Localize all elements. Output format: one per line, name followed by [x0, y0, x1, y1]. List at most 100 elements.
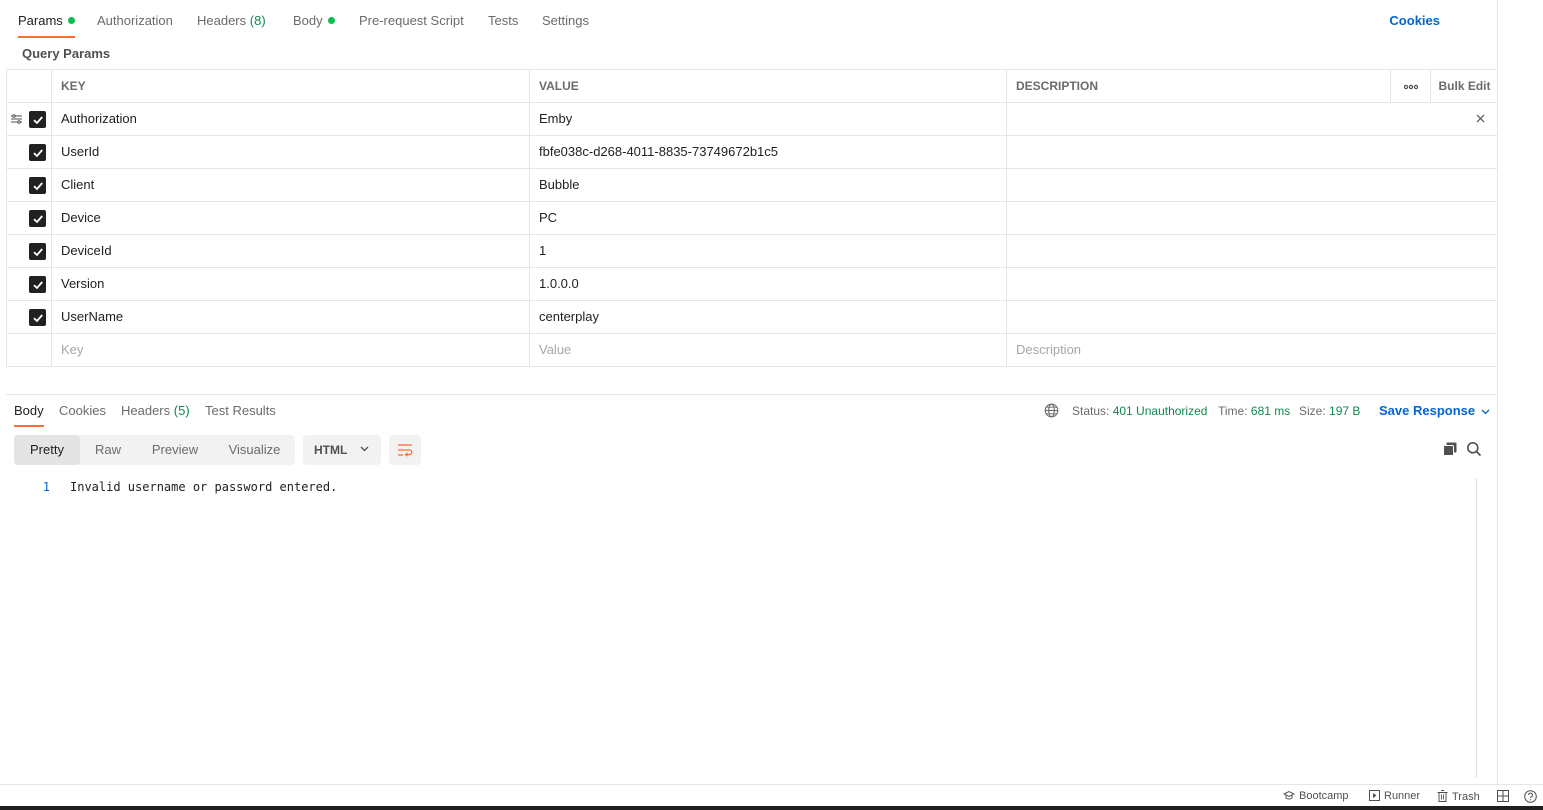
- response-tab-body[interactable]: Body: [14, 403, 44, 427]
- cookies-link[interactable]: Cookies: [1389, 13, 1440, 28]
- two-pane-icon: [1497, 790, 1509, 802]
- response-tab-headers[interactable]: Headers (5): [121, 403, 190, 427]
- param-key[interactable]: Version: [51, 268, 529, 300]
- table-row: Client Bubble: [7, 169, 1497, 202]
- chevron-down-icon: [360, 446, 369, 452]
- two-pane-toggle[interactable]: [1497, 790, 1513, 803]
- status-value: 401 Unauthorized: [1112, 404, 1208, 418]
- section-divider: [6, 394, 1497, 395]
- param-value[interactable]: Emby: [529, 103, 1006, 135]
- param-value[interactable]: 1: [529, 235, 1006, 267]
- params-table: KEY VALUE DESCRIPTION Bulk Edit Authoriz…: [6, 69, 1497, 367]
- param-description[interactable]: [1006, 301, 1498, 333]
- help-icon: [1524, 790, 1537, 803]
- view-visualize-button[interactable]: Visualize: [214, 435, 295, 465]
- column-header-value: VALUE: [529, 70, 1006, 102]
- table-row: Authorization Emby: [7, 103, 1497, 136]
- drag-handle-icon[interactable]: [10, 113, 23, 125]
- param-checkbox[interactable]: [29, 144, 46, 161]
- param-value[interactable]: centerplay: [529, 301, 1006, 333]
- param-value[interactable]: Bubble: [529, 169, 1006, 201]
- response-body-editor[interactable]: 1 Invalid username or password entered.: [14, 478, 1474, 778]
- table-header-row: KEY VALUE DESCRIPTION Bulk Edit: [7, 70, 1497, 103]
- copy-icon[interactable]: [1442, 441, 1458, 457]
- wrap-lines-icon: [398, 444, 413, 457]
- view-mode-group: Pretty Raw Preview Visualize: [14, 435, 295, 465]
- editor-scrollbar[interactable]: [1476, 478, 1490, 778]
- param-value[interactable]: 1.0.0.0: [529, 268, 1006, 300]
- param-key[interactable]: Device: [51, 202, 529, 234]
- tab-params[interactable]: Params: [18, 12, 75, 38]
- body-active-dot: [327, 17, 335, 24]
- headers-count: (8): [249, 13, 266, 28]
- param-value[interactable]: fbfe038c-d268-4011-8835-73749672b1c5: [529, 136, 1006, 168]
- response-tab-cookies[interactable]: Cookies: [59, 403, 106, 427]
- response-body-text[interactable]: Invalid username or password entered.: [70, 480, 337, 494]
- response-status[interactable]: Status: 401 Unauthorized: [1072, 404, 1207, 418]
- trash-button[interactable]: Trash: [1437, 790, 1480, 803]
- param-key[interactable]: Client: [51, 169, 529, 201]
- tab-headers[interactable]: Headers (8): [197, 12, 266, 38]
- help-button[interactable]: [1524, 790, 1541, 804]
- param-checkbox[interactable]: [29, 243, 46, 260]
- save-response-button[interactable]: Save Response: [1379, 403, 1490, 418]
- checkmark-icon: [32, 313, 43, 322]
- new-key-input[interactable]: Key: [51, 334, 529, 366]
- tab-authorization[interactable]: Authorization: [97, 12, 173, 38]
- trash-icon: [1437, 790, 1448, 802]
- param-key[interactable]: UserName: [51, 301, 529, 333]
- checkmark-icon: [32, 280, 43, 289]
- param-description[interactable]: [1006, 202, 1498, 234]
- param-value[interactable]: PC: [529, 202, 1006, 234]
- view-pretty-button[interactable]: Pretty: [14, 435, 80, 465]
- globe-icon[interactable]: [1044, 403, 1059, 418]
- param-key[interactable]: UserId: [51, 136, 529, 168]
- checkmark-icon: [32, 181, 43, 190]
- checkmark-icon: [32, 214, 43, 223]
- view-raw-button[interactable]: Raw: [80, 435, 136, 465]
- bulk-edit-button[interactable]: Bulk Edit: [1430, 70, 1498, 102]
- size-value: 197 B: [1329, 404, 1361, 418]
- delete-row-icon[interactable]: [1474, 112, 1487, 125]
- new-value-input[interactable]: Value: [529, 334, 1006, 366]
- table-row: Device PC: [7, 202, 1497, 235]
- search-icon[interactable]: [1466, 441, 1482, 457]
- param-key[interactable]: DeviceId: [51, 235, 529, 267]
- wrap-lines-button[interactable]: [389, 435, 421, 465]
- more-options-button[interactable]: [1390, 70, 1430, 102]
- new-description-input[interactable]: Description: [1006, 334, 1498, 366]
- table-row: UserName centerplay: [7, 301, 1497, 334]
- checkmark-icon: [32, 148, 43, 157]
- format-select[interactable]: HTML: [303, 435, 381, 465]
- params-active-dot: [67, 17, 75, 24]
- view-preview-button[interactable]: Preview: [136, 435, 214, 465]
- param-checkbox[interactable]: [29, 177, 46, 194]
- tab-settings[interactable]: Settings: [542, 12, 589, 38]
- line-number: 1: [42, 480, 50, 494]
- tab-pre-request-script[interactable]: Pre-request Script: [359, 12, 464, 38]
- param-checkbox[interactable]: [29, 276, 46, 293]
- param-description[interactable]: [1006, 235, 1498, 267]
- param-description[interactable]: [1006, 103, 1498, 135]
- param-checkbox[interactable]: [29, 210, 46, 227]
- param-checkbox[interactable]: [29, 111, 46, 128]
- param-key[interactable]: Authorization: [51, 103, 529, 135]
- param-checkbox[interactable]: [29, 309, 46, 326]
- window-bottom-edge: [0, 806, 1543, 810]
- query-params-label: Query Params: [22, 46, 111, 61]
- tab-tests[interactable]: Tests: [488, 12, 518, 38]
- response-time[interactable]: Time: 681 ms: [1218, 404, 1290, 418]
- param-description[interactable]: [1006, 268, 1498, 300]
- bootcamp-button[interactable]: Bootcamp: [1282, 790, 1349, 802]
- response-size[interactable]: Size: 197 B: [1299, 404, 1360, 418]
- table-row: UserId fbfe038c-d268-4011-8835-73749672b…: [7, 136, 1497, 169]
- param-description[interactable]: [1006, 136, 1498, 168]
- response-headers-count: (5): [173, 403, 190, 418]
- tab-body[interactable]: Body: [293, 12, 335, 38]
- table-row: Version 1.0.0.0: [7, 268, 1497, 301]
- runner-button[interactable]: Runner: [1369, 790, 1420, 802]
- param-description[interactable]: [1006, 169, 1498, 201]
- new-param-row: Key Value Description: [7, 334, 1497, 367]
- runner-icon: [1369, 790, 1380, 801]
- response-tab-test-results[interactable]: Test Results: [205, 403, 276, 427]
